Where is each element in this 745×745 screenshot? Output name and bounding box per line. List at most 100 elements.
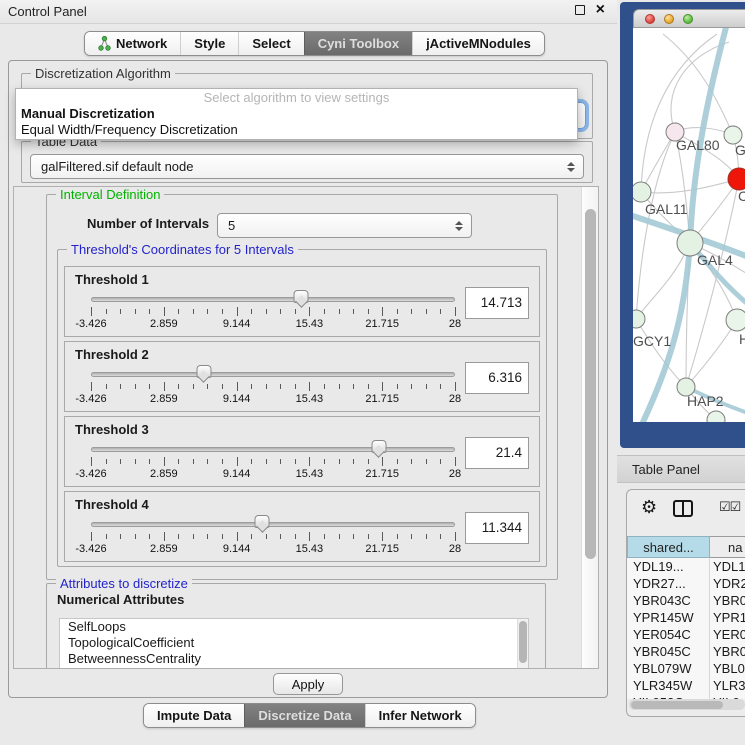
- slider-tick: [280, 309, 281, 314]
- table-row[interactable]: YDL19...YDL1: [627, 558, 745, 575]
- tab-select[interactable]: Select: [238, 32, 303, 55]
- slider-tick: [309, 307, 310, 316]
- close-traffic-light-icon[interactable]: [645, 14, 655, 24]
- number-of-intervals-combo[interactable]: 5: [217, 213, 472, 238]
- slider-tick-label: 9.144: [223, 393, 251, 405]
- slider-tick: [266, 384, 267, 389]
- threshold-slider[interactable]: -3.4262.8599.14415.4321.71528: [91, 441, 455, 485]
- threshold-panel: Threshold 4 -3.4262.8599.14415.4321.7152…: [64, 491, 540, 562]
- slider-thumb[interactable]: [294, 290, 309, 303]
- top-tab-bar: Network Style Select Cyni Toolbox jActiv…: [84, 31, 545, 56]
- slider-thumb[interactable]: [196, 365, 211, 378]
- gear-icon[interactable]: ⚙: [641, 497, 657, 518]
- slider-tick: [193, 534, 194, 539]
- slider-tick-label: 21.715: [365, 543, 399, 555]
- table-row[interactable]: YDR27...YDR2: [627, 575, 745, 592]
- tab-infer-network[interactable]: Infer Network: [365, 704, 475, 727]
- slider-tick-label: 2.859: [150, 543, 178, 555]
- table-row[interactable]: YBR043CYBR0: [627, 592, 745, 609]
- tab-discretize-data[interactable]: Discretize Data: [244, 704, 364, 727]
- slider-tick-label: 28: [449, 393, 461, 405]
- tab-impute-data[interactable]: Impute Data: [144, 704, 244, 727]
- dropdown-option-equal-width-frequency[interactable]: Equal Width/Frequency Discretization: [16, 122, 577, 138]
- tab-label: Style: [194, 36, 225, 51]
- threshold-label: Threshold 3: [75, 422, 149, 437]
- node-label: GAL4: [697, 252, 733, 268]
- list-scrollbar[interactable]: [517, 619, 528, 668]
- tab-network[interactable]: Network: [85, 32, 180, 55]
- tab-cyni-toolbox[interactable]: Cyni Toolbox: [304, 32, 412, 55]
- combo-value: 5: [228, 218, 235, 233]
- table-row[interactable]: YER054CYER0: [627, 626, 745, 643]
- slider-tick: [324, 309, 325, 314]
- slider-tick: [411, 459, 412, 464]
- table-row[interactable]: YPR145WYPR1: [627, 609, 745, 626]
- list-item[interactable]: TopologicalCoefficient: [60, 635, 517, 651]
- slider-tick: [149, 459, 150, 464]
- threshold-slider[interactable]: -3.4262.8599.14415.4321.71528: [91, 516, 455, 560]
- apply-button[interactable]: Apply: [273, 673, 343, 695]
- zoom-traffic-light-icon[interactable]: [683, 14, 693, 24]
- slider-ticks: [91, 307, 455, 317]
- node-h[interactable]: [726, 309, 745, 331]
- slider-tick: [382, 307, 383, 316]
- threshold-slider[interactable]: -3.4262.8599.14415.4321.71528: [91, 366, 455, 410]
- float-window-icon[interactable]: [575, 5, 585, 15]
- slider-thumb[interactable]: [255, 515, 270, 528]
- slider-tick-label: 21.715: [365, 393, 399, 405]
- threshold-value-field[interactable]: 6.316: [465, 362, 529, 394]
- list-item[interactable]: BetweennessCentrality: [60, 651, 517, 667]
- control-panel: Control Panel × Network: [0, 0, 617, 745]
- list-scrollbar-thumb[interactable]: [519, 621, 527, 663]
- table-row[interactable]: YLR345WYLR3: [627, 677, 745, 694]
- threshold-value-field[interactable]: 14.713: [465, 287, 529, 319]
- slider-tick: [426, 309, 427, 314]
- slider-tick: [353, 534, 354, 539]
- split-columns-icon[interactable]: [673, 500, 693, 517]
- node-gcy1[interactable]: [633, 310, 645, 328]
- threshold-slider[interactable]: -3.4262.8599.14415.4321.71528: [91, 291, 455, 335]
- network-window-titlebar[interactable]: [633, 9, 745, 28]
- select-columns-icon[interactable]: ☑☑: [719, 499, 740, 515]
- threshold-value-field[interactable]: 11.344: [465, 512, 529, 544]
- slider-tick: [368, 384, 369, 389]
- minimize-traffic-light-icon[interactable]: [664, 14, 674, 24]
- slider-tick: [440, 459, 441, 464]
- slider-tick: [353, 384, 354, 389]
- node-label: GCY1: [633, 333, 671, 349]
- network-canvas[interactable]: GAL80 GA C GAL11 GAL4 GCY1 H HAP2: [633, 28, 745, 422]
- slider-thumb[interactable]: [371, 440, 386, 453]
- threshold-value-field[interactable]: 21.4: [465, 437, 529, 469]
- slider-tick: [295, 384, 296, 389]
- slider-tick-label: 15.43: [296, 543, 324, 555]
- settings-scrollbar-thumb[interactable]: [585, 209, 596, 559]
- slider-tick-label: -3.426: [75, 393, 106, 405]
- settings-scrollbar[interactable]: [581, 187, 598, 668]
- close-icon[interactable]: ×: [596, 3, 605, 17]
- column-header-name[interactable]: na: [710, 536, 745, 558]
- numerical-attributes-list[interactable]: SelfLoopsTopologicalCoefficientBetweenne…: [59, 618, 529, 668]
- node-gal11[interactable]: [633, 182, 651, 202]
- table-hscrollbar-thumb[interactable]: [631, 701, 723, 709]
- bottom-tab-bar: Impute Data Discretize Data Infer Networ…: [143, 703, 476, 728]
- table-data-combo[interactable]: galFiltered.sif default node: [30, 154, 584, 179]
- table-row[interactable]: YBR045CYBR0: [627, 643, 745, 660]
- node-label: GAL11: [645, 201, 688, 217]
- table-panel-title: Table Panel: [632, 462, 700, 477]
- slider-tick: [106, 459, 107, 464]
- dropdown-option-manual-discretization[interactable]: Manual Discretization: [16, 106, 577, 122]
- tab-jactivemnodules[interactable]: jActiveMNodules: [412, 32, 544, 55]
- table-hscrollbar[interactable]: [629, 699, 745, 710]
- threshold-label: Threshold 2: [75, 347, 149, 362]
- node-red-selected[interactable]: [728, 168, 745, 190]
- slider-tick: [120, 309, 121, 314]
- node-partial[interactable]: [707, 411, 725, 422]
- tab-style[interactable]: Style: [180, 32, 238, 55]
- slider-tick: [440, 534, 441, 539]
- slider-tick-label: -3.426: [75, 543, 106, 555]
- table-row[interactable]: YBL079WYBL0: [627, 660, 745, 677]
- dropdown-placeholder-item[interactable]: Select algorithm to view settings: [16, 90, 577, 106]
- list-item[interactable]: SelfLoops: [60, 619, 517, 635]
- column-header-shared-name[interactable]: shared...: [627, 536, 710, 558]
- control-panel-title: Control Panel: [8, 4, 87, 19]
